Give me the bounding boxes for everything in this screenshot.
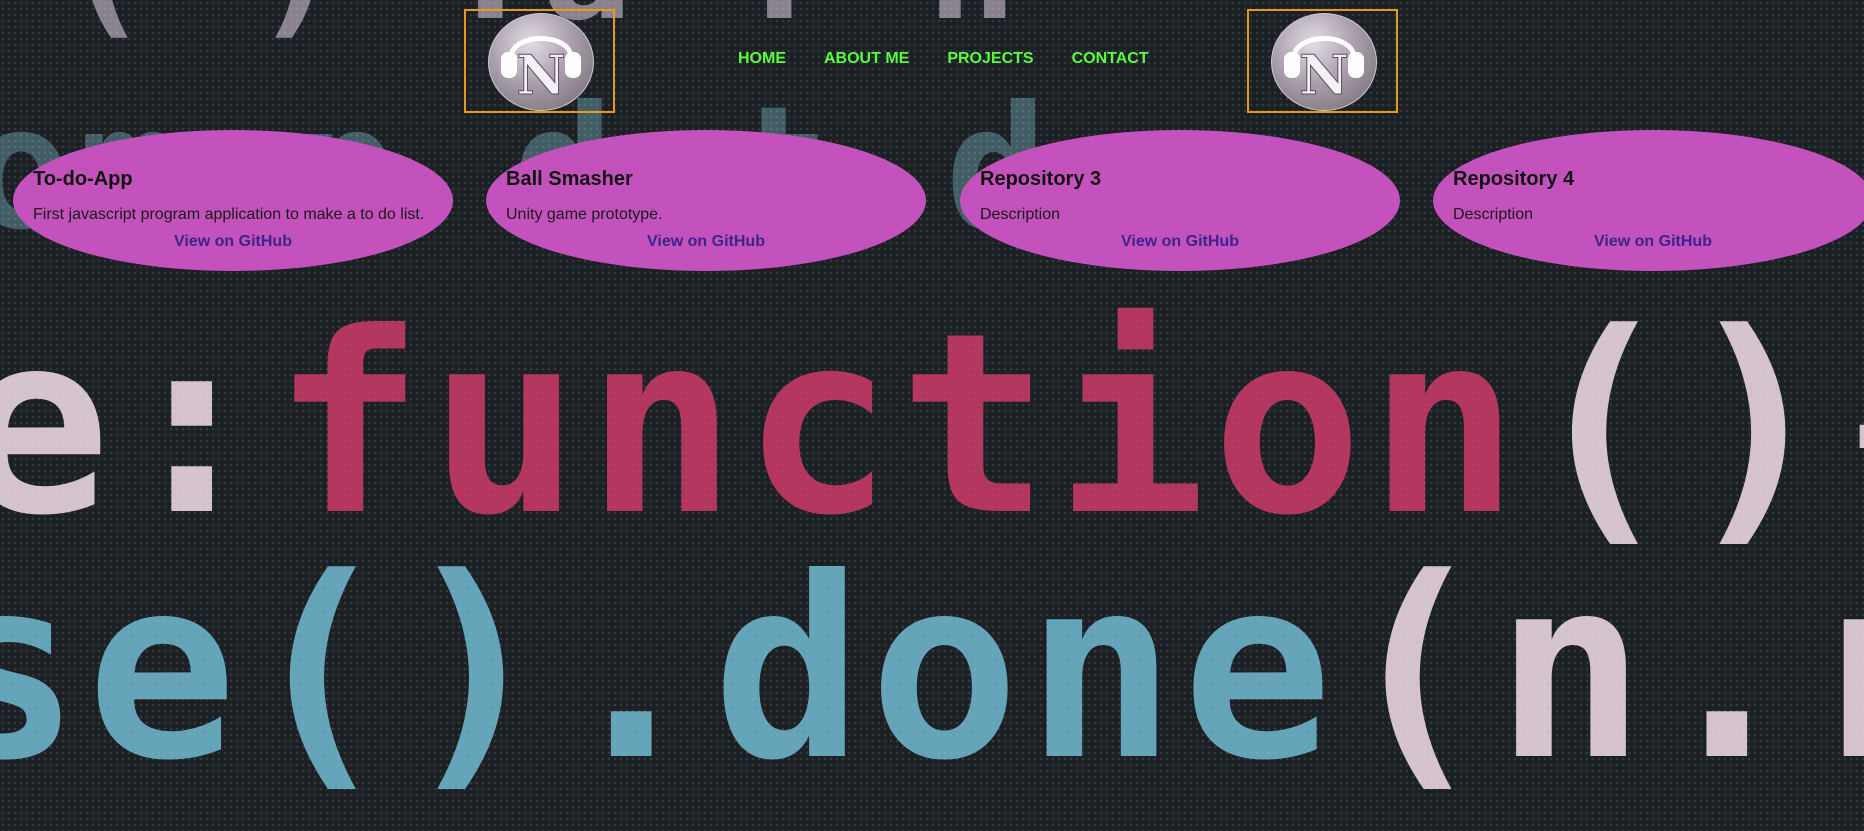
project-card: Ball Smasher Unity game prototype. View …: [486, 130, 926, 271]
projects-section: To-do-App First javascript program appli…: [0, 130, 1864, 275]
github-link[interactable]: View on GitHub: [486, 233, 926, 251]
main-nav: HOME ABOUT ME PROJECTS CONTACT: [738, 50, 1187, 68]
bg-code-token: .done: [556, 524, 1339, 815]
bg-code-token: se(): [0, 524, 557, 815]
logo-right[interactable]: N: [1247, 9, 1398, 113]
project-title: Repository 3: [980, 168, 1102, 190]
svg-text:N: N: [516, 43, 565, 107]
site-header: N HOME ABOUT ME PROJECTS CONTACT N: [0, 0, 1864, 120]
github-link[interactable]: View on GitHub: [960, 233, 1400, 251]
project-description: Description: [980, 206, 1061, 223]
headphones-logo-icon: N: [1271, 13, 1377, 111]
project-title: Repository 4: [1453, 168, 1575, 190]
github-link[interactable]: View on GitHub: [13, 233, 453, 251]
code-background: ( ) .a . h om p d t d e:function(){ret s…: [0, 0, 1864, 831]
bg-code-line-4: se().done(n.res: [0, 545, 1864, 795]
project-title: To-do-App: [33, 168, 133, 190]
project-card: Repository 3 Description View on GitHub: [960, 130, 1400, 271]
project-card: Repository 4 Description View on GitHub: [1433, 130, 1864, 271]
project-description: Description: [1453, 206, 1534, 223]
project-title: Ball Smasher: [506, 168, 633, 190]
project-card: To-do-App First javascript program appli…: [13, 130, 453, 271]
nav-projects[interactable]: PROJECTS: [947, 50, 1033, 68]
nav-contact[interactable]: CONTACT: [1072, 50, 1149, 68]
github-link[interactable]: View on GitHub: [1433, 233, 1864, 251]
logo-left[interactable]: N: [464, 9, 615, 113]
nav-about-me[interactable]: ABOUT ME: [824, 50, 909, 68]
bg-code-token: (n.res: [1338, 524, 1864, 815]
svg-text:N: N: [1299, 43, 1348, 107]
bg-code-line-3: e:function(){ret: [0, 300, 1864, 550]
project-description: Unity game prototype.: [506, 206, 663, 223]
project-description: First javascript program application to …: [33, 206, 425, 223]
headphones-logo-icon: N: [488, 13, 594, 111]
nav-home[interactable]: HOME: [738, 50, 786, 68]
